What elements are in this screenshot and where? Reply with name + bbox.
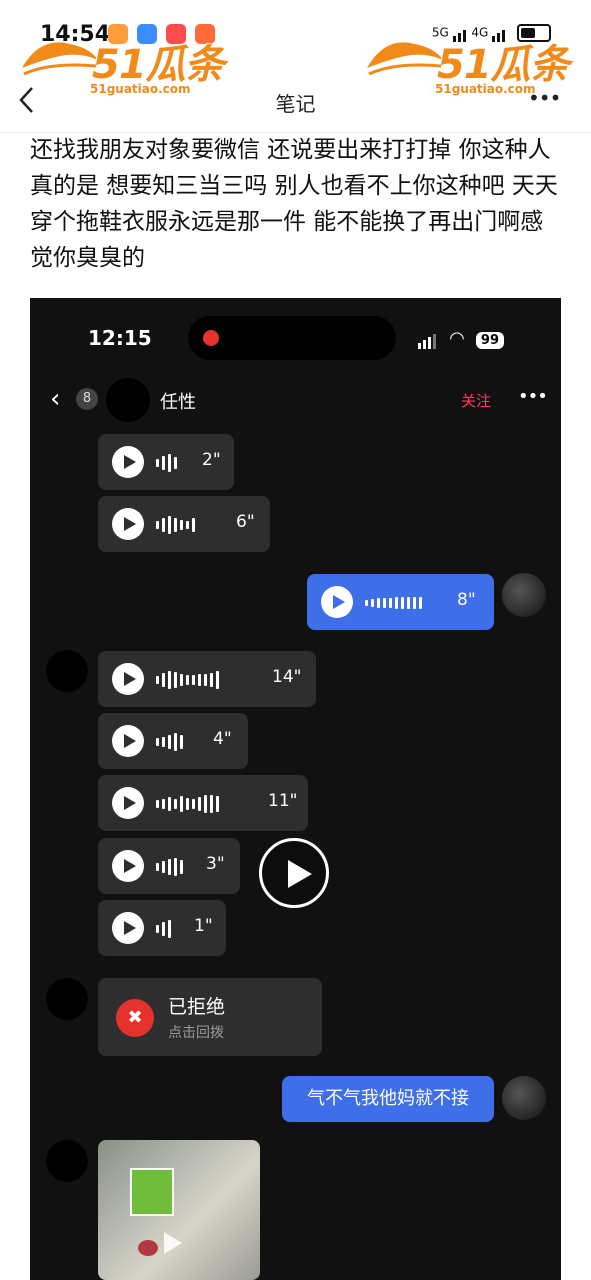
- post-body-text: 还找我朋友对象要微信 还说要出来打打掉 你这种人真的是 想要知三当三吗 别人也看…: [30, 137, 558, 271]
- thumbnail-play-icon: [164, 1232, 182, 1254]
- sticker-card: [130, 1168, 174, 1216]
- screenshot-status-indicators: ◠ 99: [418, 328, 504, 349]
- screenshot-battery: 99: [475, 332, 504, 349]
- waveform-icon: [156, 856, 186, 876]
- waveform-icon: [365, 592, 425, 612]
- recording-dot-icon: [203, 330, 219, 346]
- play-icon: [112, 725, 144, 757]
- more-button[interactable]: •••: [528, 86, 561, 110]
- chat-more-icon: •••: [518, 386, 548, 407]
- voice-message: 3": [98, 838, 240, 894]
- call-status: 已拒绝: [168, 996, 226, 1018]
- dynamic-island: [188, 316, 396, 360]
- voice-message-sent: 8": [307, 574, 494, 630]
- page-title: 笔记: [275, 92, 316, 116]
- voice-message: 6": [98, 496, 270, 552]
- voice-duration: 3": [206, 854, 225, 874]
- play-icon: [112, 446, 144, 478]
- waveform-icon: [156, 669, 222, 689]
- play-icon: [112, 912, 144, 944]
- more-dots-icon: •••: [528, 86, 561, 110]
- follow-label: 关注: [461, 392, 492, 410]
- watermark-wave-icon: [367, 42, 443, 76]
- play-icon: [112, 850, 144, 882]
- waveform-icon: [156, 918, 174, 938]
- wifi-icon: ◠: [449, 328, 465, 349]
- voice-duration: 14": [272, 667, 302, 687]
- voice-duration: 8": [457, 590, 476, 610]
- voice-message: 4": [98, 713, 248, 769]
- my-avatar: [502, 573, 546, 617]
- voice-message: 14": [98, 651, 316, 707]
- waveform-icon: [156, 793, 222, 813]
- text-message-sent: 气不气我他妈就不接: [282, 1076, 494, 1122]
- call-redial-hint: 点击回拨: [168, 1025, 224, 1041]
- chat-screenshot-image[interactable]: 12:15 ◠ 99 ‹ 8 任性 关注 ••• 2" 6" 8" 14" 4": [30, 298, 561, 1280]
- watermark-wave-icon: [22, 42, 98, 76]
- waveform-icon: [156, 514, 198, 534]
- waveform-icon: [156, 452, 180, 472]
- voice-duration: 6": [236, 512, 255, 532]
- contact-name: 任性: [160, 392, 196, 413]
- play-icon: [112, 787, 144, 819]
- voice-duration: 2": [202, 450, 221, 470]
- voice-duration: 4": [213, 729, 232, 749]
- voice-message: 1": [98, 900, 226, 956]
- play-icon: [112, 508, 144, 540]
- contact-avatar: [46, 650, 88, 692]
- play-icon: [112, 663, 144, 695]
- voice-duration: 1": [194, 916, 213, 936]
- contact-avatar: [106, 378, 150, 422]
- declined-call-card: ✖ 已拒绝 点击回拨: [98, 978, 322, 1056]
- voice-duration: 11": [268, 791, 298, 811]
- play-icon: [321, 586, 353, 618]
- video-thumbnail: [98, 1140, 260, 1280]
- phone-declined-icon: ✖: [116, 999, 154, 1037]
- wound-spot: [138, 1240, 158, 1256]
- screenshot-status-time: 12:15: [88, 326, 152, 350]
- voice-message: 2": [98, 434, 234, 490]
- voice-message: 11": [98, 775, 308, 831]
- chat-back-icon: ‹: [50, 384, 61, 414]
- contact-avatar: [46, 978, 88, 1020]
- contact-avatar: [46, 1140, 88, 1182]
- video-play-button[interactable]: [259, 838, 329, 908]
- waveform-icon: [156, 731, 186, 751]
- unread-badge: 8: [76, 388, 98, 410]
- my-avatar: [502, 1076, 546, 1120]
